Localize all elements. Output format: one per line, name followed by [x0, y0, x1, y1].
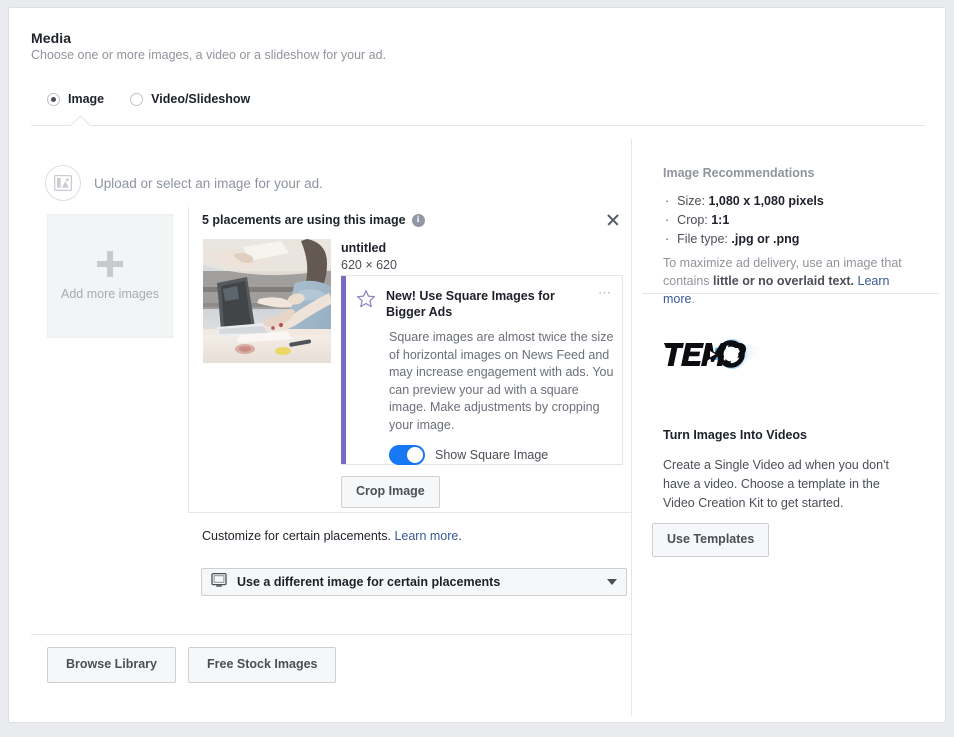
promo-title: New! Use Square Images for Bigger Ads	[386, 289, 555, 319]
radio-option-video-slideshow[interactable]: Video/Slideshow	[130, 92, 250, 106]
customize-learn-more-link[interactable]: Learn more	[394, 529, 458, 543]
square-image-promo-card: New! Use Square Images for Bigger Ads ⋯ …	[341, 275, 623, 465]
recommendation-label: Size:	[677, 194, 705, 208]
upload-text: Upload or select an image for your ad.	[94, 175, 323, 191]
image-recommendations-title: Image Recommendations	[663, 166, 815, 180]
promo-body: Square images are almost twice the size …	[389, 330, 614, 432]
recommendation-text: Size: 1,080 x 1,080 pixels	[677, 192, 824, 211]
bottom-divider	[31, 634, 631, 635]
tempo-logo	[657, 338, 767, 376]
media-type-radio-group: Image Video/Slideshow	[47, 92, 250, 106]
placement-image-select[interactable]: Use a different image for certain placem…	[201, 568, 627, 596]
placement-select-label: Use a different image for certain placem…	[237, 575, 501, 589]
bullet-icon: ·	[665, 213, 670, 227]
recommendation-value: 1,080 x 1,080 pixels	[708, 194, 824, 208]
recommendation-label: File type:	[677, 232, 728, 246]
show-square-image-row[interactable]: Show Square Image	[389, 445, 612, 465]
image-placeholder-icon	[45, 165, 81, 201]
main-vertical-divider	[631, 139, 632, 716]
turn-images-into-videos-body: Create a Single Video ad when you don't …	[663, 458, 889, 510]
page-subtitle: Choose one or more images, a video or a …	[31, 48, 387, 62]
radio-indicator-image[interactable]	[47, 92, 60, 106]
customize-label: Customize for certain placements.	[202, 529, 391, 543]
placements-header: 5 placements are using this image i	[202, 213, 425, 227]
recommendation-text: Crop: 1:1	[677, 211, 729, 230]
image-recommendations-list: · Size: 1,080 x 1,080 pixels · Crop: 1:1…	[665, 192, 927, 249]
bullet-icon: ·	[665, 194, 670, 208]
recommendation-text: File type: .jpg or .png	[677, 230, 799, 249]
sidebar-divider	[642, 293, 939, 294]
promo-header: New! Use Square Images for Bigger Ads ⋯	[356, 286, 612, 320]
note-period: .	[691, 292, 695, 306]
free-stock-images-button[interactable]: Free Stock Images	[188, 647, 337, 683]
customize-divider	[189, 512, 631, 513]
customize-placements-text: Customize for certain placements. Learn …	[202, 529, 462, 543]
close-icon[interactable]	[605, 212, 621, 228]
show-square-image-label: Show Square Image	[435, 448, 549, 462]
header-divider	[31, 125, 925, 126]
show-square-image-toggle[interactable]	[389, 445, 425, 465]
upload-row[interactable]: Upload or select an image for your ad.	[45, 165, 323, 201]
use-templates-button[interactable]: Use Templates	[652, 523, 770, 557]
browse-library-button[interactable]: Browse Library	[47, 647, 177, 683]
star-outline-icon	[356, 289, 376, 314]
radio-label-video-slideshow: Video/Slideshow	[151, 92, 251, 106]
media-card: Media Choose one or more images, a video…	[8, 7, 946, 723]
add-more-images-label: Add more images	[61, 287, 159, 301]
list-item: · Crop: 1:1	[665, 211, 927, 230]
overlaid-text-note: To maximize ad delivery, use an image th…	[663, 254, 915, 308]
crop-image-button[interactable]: Crop Image	[341, 476, 440, 508]
radio-indicator-video-slideshow[interactable]	[130, 92, 144, 106]
note-bold: little or no overlaid text.	[713, 274, 855, 288]
file-name: untitled	[341, 241, 387, 255]
placements-count-label: 5 placements are using this image	[202, 213, 406, 227]
add-more-images-tile[interactable]: Add more images	[47, 214, 173, 338]
info-icon[interactable]: i	[411, 213, 425, 227]
plus-icon	[97, 251, 123, 277]
turn-images-into-videos-title: Turn Images Into Videos	[663, 428, 808, 442]
recommendation-value: 1:1	[711, 213, 730, 227]
list-item: · File type: .jpg or .png	[665, 230, 927, 249]
list-item: · Size: 1,080 x 1,080 pixels	[665, 192, 927, 211]
promo-content: New! Use Square Images for Bigger Ads ⋯ …	[346, 276, 622, 465]
bullet-icon: ·	[665, 232, 670, 246]
chevron-down-icon[interactable]	[607, 579, 617, 585]
customize-period: .	[458, 529, 462, 543]
selected-tab-notch-icon	[67, 112, 95, 126]
monitor-icon	[211, 572, 227, 593]
bottom-button-group: Browse Library Free Stock Images	[47, 647, 337, 683]
left-column-divider	[188, 207, 189, 513]
file-dimensions: 620 × 620	[341, 258, 397, 272]
media-section-screen: Media Choose one or more images, a video…	[0, 0, 954, 737]
ellipsis-icon[interactable]: ⋯	[598, 286, 612, 299]
recommendation-label: Crop:	[677, 213, 708, 227]
recommendation-value: .jpg or .png	[731, 232, 800, 246]
page-title: Media	[31, 30, 72, 46]
image-thumbnail[interactable]	[203, 239, 331, 363]
radio-label-image: Image	[68, 92, 105, 106]
radio-option-image[interactable]: Image	[47, 92, 104, 106]
